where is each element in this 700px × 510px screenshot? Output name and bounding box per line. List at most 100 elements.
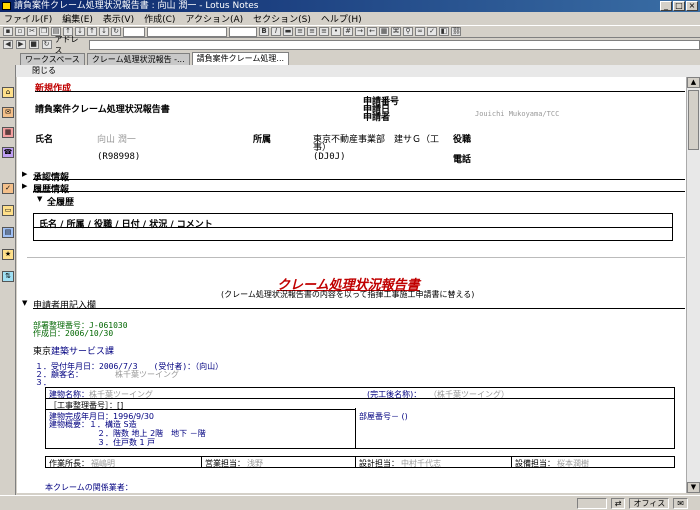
bookmark-bar: ⌂ ✉ ▦ ☎ ✓ ▭ ▤ ★ ⇅ <box>0 65 16 495</box>
menu-create[interactable]: 作成(C) <box>144 12 175 25</box>
find-icon[interactable]: ⚲ <box>403 27 413 36</box>
room-number-label: 部屋番号－ () <box>359 412 408 421</box>
design-label: 設計担当： <box>359 459 399 468</box>
size-select[interactable] <box>229 26 257 37</box>
applicant-value: Jouichi Mukoyama/TCC <box>475 110 560 118</box>
document-content: 新規作成 申請番号 請負案件クレーム処理状況報告書 申請日 申請者 Jouich… <box>17 77 686 493</box>
replication-bookmark-icon[interactable]: ⇅ <box>2 271 14 282</box>
dept-label: 所属 <box>253 135 272 145</box>
italic-button[interactable]: I <box>271 27 281 36</box>
address-input[interactable] <box>89 39 700 50</box>
minimize-button[interactable]: _ <box>660 1 672 11</box>
outdent-icon[interactable]: ← <box>367 27 377 36</box>
vertical-scrollbar[interactable]: ▲ ▼ <box>686 77 700 493</box>
sales-value: 浅野 <box>247 459 263 468</box>
refresh-icon[interactable]: ↻ <box>111 27 121 36</box>
bold-button[interactable]: B <box>259 27 269 36</box>
related-vendors-label: 本クレームの関係業者： <box>45 483 133 492</box>
color-icon[interactable]: ▬ <box>283 27 293 36</box>
favorites-bookmark-icon[interactable]: ★ <box>2 249 14 260</box>
scroll-thumb[interactable] <box>688 90 699 150</box>
inbox-icon[interactable]: ✉ <box>673 497 688 509</box>
divider <box>45 409 355 410</box>
menu-file[interactable]: ファイル(F) <box>4 12 52 25</box>
menu-action[interactable]: アクション(A) <box>185 12 243 25</box>
binoculars-icon[interactable]: ∞ <box>415 27 425 36</box>
phone-label: 電話 <box>453 155 472 165</box>
service-section-label: 建築サービス課 <box>51 347 115 357</box>
all-history-label[interactable]: 全履歴 <box>47 195 74 208</box>
tab-claim-view[interactable]: クレーム処理状況報告 -... <box>86 53 190 65</box>
menu-help[interactable]: ヘルプ(H) <box>321 12 362 25</box>
menu-edit[interactable]: 編集(E) <box>62 12 93 25</box>
expand-history-icon[interactable]: ▶ <box>22 182 27 190</box>
close-window-button[interactable]: × <box>686 1 698 11</box>
attach-icon[interactable]: ⌘ <box>391 27 401 36</box>
applicant-section[interactable]: 申請者用記入欄 <box>33 298 96 311</box>
applicant-label: 申請者 <box>363 113 391 123</box>
print-icon[interactable]: ▫ <box>15 27 25 36</box>
expand-approval-icon[interactable]: ▶ <box>22 170 27 178</box>
notes-app-icon <box>2 2 11 10</box>
home-bookmark-icon[interactable]: ⌂ <box>2 87 14 98</box>
link-icon[interactable]: ⛓ <box>451 27 461 36</box>
mail-bookmark-icon[interactable]: ✉ <box>2 107 14 118</box>
divider <box>33 179 685 180</box>
report-subtitle: (クレーム処理状況報告書の内容を以って指揮工事施工申請書に替える) <box>221 290 475 299</box>
divider <box>33 191 685 192</box>
calendar-bookmark-icon[interactable]: ▦ <box>2 127 14 138</box>
stop-icon[interactable]: ■ <box>28 40 39 49</box>
divider <box>35 91 685 92</box>
menu-section[interactable]: セクション(S) <box>253 12 311 25</box>
history-section[interactable]: 履歴情報 <box>33 182 69 195</box>
indent-icon[interactable]: → <box>355 27 365 36</box>
folder-bookmark-icon[interactable]: ▭ <box>2 205 14 216</box>
scroll-down-icon[interactable]: ▼ <box>687 482 700 493</box>
dept-code: (DJ0J) <box>313 152 346 162</box>
action-bar: 閉じる <box>16 65 700 77</box>
arrow-down-2-icon[interactable]: ↓ <box>99 27 109 36</box>
bullet-list-icon[interactable]: • <box>331 27 341 36</box>
font-select[interactable] <box>147 26 227 37</box>
scroll-up-icon[interactable]: ▲ <box>687 77 700 88</box>
tab-claim-document[interactable]: 請負案件クレーム処理... <box>191 52 290 65</box>
arrow-up-2-icon[interactable]: ↑ <box>87 27 97 36</box>
align-left-icon[interactable]: ≡ <box>295 27 305 36</box>
collapse-all-history-icon[interactable]: ▼ <box>37 195 42 203</box>
collapse-applicant-icon[interactable]: ▼ <box>22 299 27 307</box>
align-right-icon[interactable]: ≡ <box>319 27 329 36</box>
maximize-button[interactable]: □ <box>673 1 685 11</box>
window-title: 請負案件クレーム処理状況報告書 : 向山 潤一 - Lotus Notes <box>14 1 259 11</box>
cut-icon[interactable]: ✂ <box>27 27 37 36</box>
status-bar: ⇄ オフィス ✉ <box>0 495 700 510</box>
properties-icon[interactable]: ◧ <box>439 27 449 36</box>
forward-icon[interactable]: ▶ <box>15 40 26 49</box>
number-list-icon[interactable]: # <box>343 27 353 36</box>
todo-bookmark-icon[interactable]: ✓ <box>2 183 14 194</box>
back-icon[interactable]: ◀ <box>3 40 13 49</box>
reload-icon[interactable]: ↻ <box>41 40 52 49</box>
spell-icon[interactable]: ✓ <box>427 27 437 36</box>
history-header: 氏名 / 所属 / 役職 / 日付 / 状況 / コメント <box>39 220 213 230</box>
table-icon[interactable]: ▦ <box>379 27 389 36</box>
signal-icon[interactable]: ⇄ <box>610 497 626 509</box>
address-bookmark-icon[interactable]: ☎ <box>2 147 14 158</box>
window-controls: _ □ × <box>660 1 698 11</box>
align-center-icon[interactable]: ≡ <box>307 27 317 36</box>
menu-view[interactable]: 表示(V) <box>103 12 134 25</box>
save-icon[interactable]: ▪ <box>3 27 13 36</box>
tab-workspace[interactable]: ワークスペース <box>20 53 85 65</box>
status-cell <box>576 497 607 509</box>
copy-icon[interactable]: ❐ <box>39 27 49 36</box>
divider <box>201 456 202 468</box>
role-label: 役職 <box>453 135 472 145</box>
customer-value: 株千葉ツーイング <box>115 370 179 379</box>
status-label: 新規作成 <box>35 84 72 94</box>
database-bookmark-icon[interactable]: ▤ <box>2 227 14 238</box>
name-value: 向山 潤一 <box>97 135 136 145</box>
style-select[interactable] <box>123 26 145 37</box>
tokyo-label: 東京 <box>33 347 52 357</box>
close-document-button[interactable]: 閉じる <box>32 66 56 75</box>
window-title-bar: 請負案件クレーム処理状況報告書 : 向山 潤一 - Lotus Notes _ … <box>0 0 700 12</box>
location-indicator[interactable]: オフィス <box>629 497 670 509</box>
